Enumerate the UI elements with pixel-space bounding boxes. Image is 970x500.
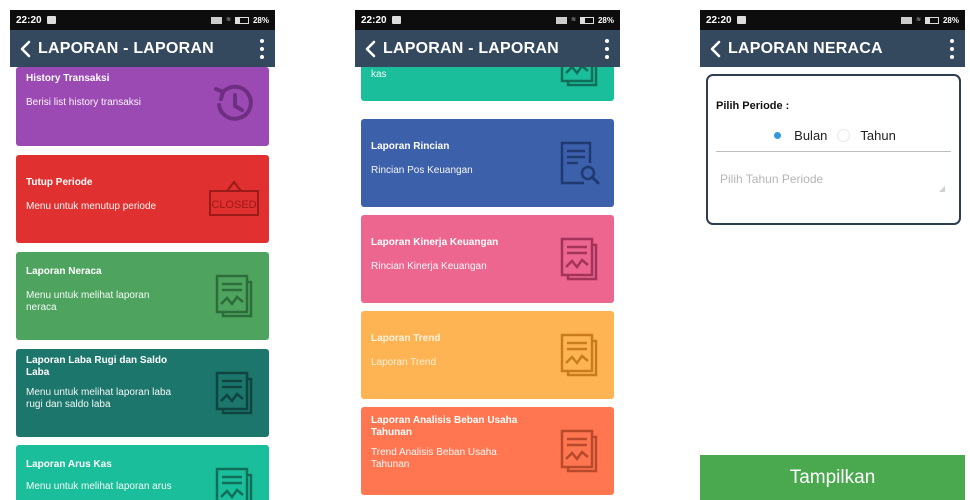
card-title: Laporan Neraca bbox=[26, 266, 102, 277]
report-menu-list: kas Laporan Rincian Rincian Pos Keuangan… bbox=[355, 67, 620, 500]
back-arrow-icon[interactable] bbox=[16, 39, 34, 59]
battery-icon bbox=[234, 16, 249, 24]
card-laporan-rincian[interactable]: Laporan Rincian Rincian Pos Keuangan bbox=[361, 119, 614, 207]
card-laporan-analisis-beban[interactable]: Laporan Analisis Beban Usaha Tahunan Tre… bbox=[361, 407, 614, 495]
battery-percent: 28% bbox=[942, 15, 959, 25]
app-bar: LAPORAN NERACA bbox=[700, 30, 965, 67]
report-chart-icon bbox=[560, 237, 598, 281]
period-form-panel: Pilih Periode : Bulan Tahun Pilih Tahun … bbox=[706, 74, 961, 225]
card-laporan-trend[interactable]: Laporan Trend Laporan Trend bbox=[361, 311, 614, 399]
document-search-icon bbox=[560, 141, 600, 185]
battery-percent: 28% bbox=[252, 15, 269, 25]
radio-unselected-icon[interactable] bbox=[837, 129, 851, 142]
card-description: Menu untuk melihat laporan laba rugi dan… bbox=[26, 387, 172, 410]
card-title: Laporan Kinerja Keuangan bbox=[371, 237, 499, 248]
status-indicators: ≋ 28% bbox=[900, 15, 959, 25]
card-title: Laporan Analisis Beban Usaha Tahunan bbox=[371, 415, 518, 438]
period-radio-group: Bulan Tahun bbox=[716, 128, 951, 143]
card-description: Menu untuk melihat laporan neraca bbox=[26, 290, 150, 313]
back-arrow-icon[interactable] bbox=[706, 39, 724, 59]
radio-tahun-label: Tahun bbox=[860, 128, 896, 143]
status-bar: 22:20 ≋ 28% bbox=[10, 10, 275, 30]
network-icon: ≋ bbox=[915, 16, 921, 23]
radio-selected-icon[interactable] bbox=[771, 129, 784, 142]
card-title: Tutup Periode bbox=[26, 177, 93, 188]
report-chart-icon bbox=[560, 429, 598, 473]
card-title: Laporan Trend bbox=[371, 333, 441, 344]
divider bbox=[716, 151, 951, 152]
card-description: Berisi list history transaksi bbox=[26, 97, 142, 108]
card-description: Rincian Pos Keuangan bbox=[371, 165, 473, 176]
status-time: 22:20 bbox=[706, 14, 732, 26]
more-options-icon[interactable] bbox=[255, 37, 269, 61]
dropdown-corner-icon bbox=[939, 186, 945, 192]
card-tutup-periode[interactable]: Tutup Periode Menu untuk menutup periode… bbox=[16, 155, 269, 243]
card-history-transaksi[interactable]: History Transaksi Berisi list history tr… bbox=[16, 67, 269, 146]
notification-icon bbox=[46, 16, 56, 24]
back-arrow-icon[interactable] bbox=[361, 39, 379, 59]
network-icon: ≋ bbox=[570, 16, 576, 23]
more-options-icon[interactable] bbox=[600, 37, 614, 61]
report-chart-icon bbox=[215, 371, 253, 415]
status-bar: 22:20 ≋ 28% bbox=[700, 10, 965, 30]
card-description: Rincian Kinerja Keuangan bbox=[371, 261, 487, 272]
app-bar-title: LAPORAN - LAPORAN bbox=[38, 39, 214, 57]
report-chart-icon bbox=[215, 274, 253, 318]
year-period-dropdown[interactable]: Pilih Tahun Periode bbox=[716, 164, 951, 194]
radio-bulan[interactable]: Bulan bbox=[771, 128, 827, 143]
card-description: Menu untuk melihat laporan arus bbox=[26, 481, 172, 492]
battery-icon bbox=[924, 16, 939, 24]
report-chart-icon bbox=[560, 333, 598, 377]
status-time: 22:20 bbox=[16, 14, 42, 26]
card-laporan-arus-kas-partial[interactable]: kas bbox=[361, 67, 614, 101]
card-laporan-laba-rugi[interactable]: Laporan Laba Rugi dan Saldo Laba Menu un… bbox=[16, 349, 269, 437]
app-bar-title: LAPORAN NERACA bbox=[728, 39, 883, 57]
status-bar: 22:20 ≋ 28% bbox=[355, 10, 620, 30]
more-options-icon[interactable] bbox=[945, 37, 959, 61]
report-menu-list: History Transaksi Berisi list history tr… bbox=[10, 67, 275, 500]
signal-icon bbox=[210, 16, 222, 24]
notification-icon bbox=[391, 16, 401, 24]
card-title: Laporan Laba Rugi dan Saldo Laba bbox=[26, 355, 168, 378]
card-laporan-neraca[interactable]: Laporan Neraca Menu untuk melihat lapora… bbox=[16, 252, 269, 340]
signal-icon bbox=[555, 16, 567, 24]
year-period-placeholder: Pilih Tahun Periode bbox=[720, 172, 824, 186]
radio-tahun[interactable]: Tahun bbox=[837, 128, 896, 143]
card-description: Laporan Trend bbox=[371, 357, 437, 368]
card-title: History Transaksi bbox=[26, 73, 110, 84]
card-description: Trend Analisis Beban Usaha Tahunan bbox=[371, 447, 497, 470]
screen-laporan-neraca: 22:20 ≋ 28% LAPORAN NERACA Pilih Periode… bbox=[700, 10, 965, 500]
card-description: Menu untuk menutup periode bbox=[26, 201, 157, 212]
history-icon bbox=[214, 84, 253, 121]
report-chart-icon bbox=[215, 467, 253, 500]
period-label: Pilih Periode : bbox=[716, 100, 790, 112]
app-bar: LAPORAN - LAPORAN bbox=[355, 30, 620, 67]
card-laporan-kinerja-keuangan[interactable]: Laporan Kinerja Keuangan Rincian Kinerja… bbox=[361, 215, 614, 303]
status-indicators: ≋ 28% bbox=[210, 15, 269, 25]
card-description: kas bbox=[371, 69, 387, 80]
closed-sign-text: CLOSED bbox=[211, 199, 256, 211]
report-chart-icon bbox=[560, 67, 598, 87]
screen-laporan-list-1: 22:20 ≋ 28% LAPORAN - LAPORAN History Tr… bbox=[10, 10, 275, 500]
card-laporan-arus-kas[interactable]: Laporan Arus Kas Menu untuk melihat lapo… bbox=[16, 445, 269, 500]
app-bar-title: LAPORAN - LAPORAN bbox=[383, 39, 559, 57]
tampilkan-button[interactable]: Tampilkan bbox=[700, 455, 965, 500]
signal-icon bbox=[900, 16, 912, 24]
radio-bulan-label: Bulan bbox=[794, 128, 828, 143]
card-title: Laporan Rincian bbox=[371, 141, 450, 152]
closed-sign-icon: CLOSED bbox=[209, 180, 259, 216]
notification-icon bbox=[736, 16, 746, 24]
app-bar: LAPORAN - LAPORAN bbox=[10, 30, 275, 67]
screen-laporan-list-2: 22:20 ≋ 28% LAPORAN - LAPORAN kas Lapora… bbox=[355, 10, 620, 500]
battery-percent: 28% bbox=[597, 15, 614, 25]
status-indicators: ≋ 28% bbox=[555, 15, 614, 25]
battery-icon bbox=[579, 16, 594, 24]
card-title: Laporan Arus Kas bbox=[26, 459, 112, 470]
status-time: 22:20 bbox=[361, 14, 387, 26]
network-icon: ≋ bbox=[225, 16, 231, 23]
